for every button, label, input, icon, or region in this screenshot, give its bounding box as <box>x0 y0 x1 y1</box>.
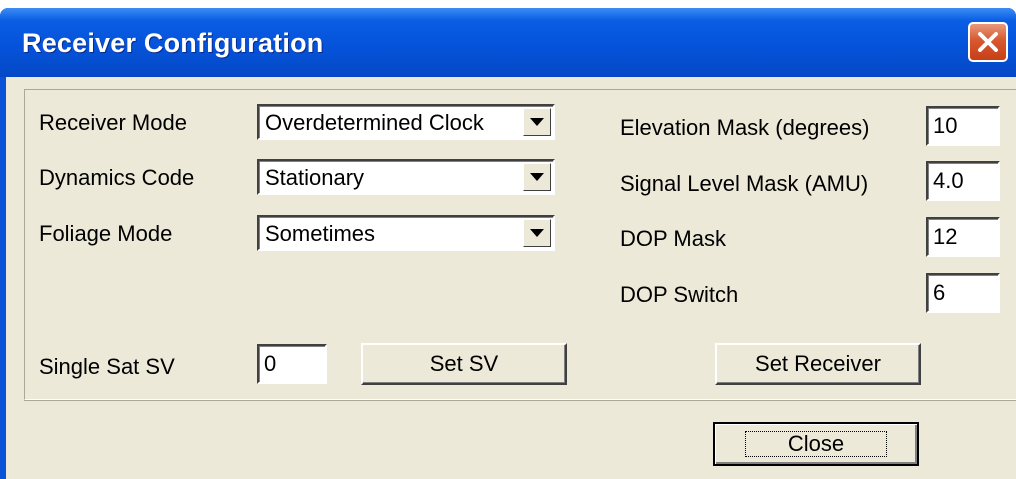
dop-switch-input[interactable]: 6 <box>926 273 1000 313</box>
receiver-mode-select[interactable]: Overdetermined Clock <box>257 104 555 140</box>
elevation-mask-label: Elevation Mask (degrees) <box>620 115 870 140</box>
signal-level-mask-value: 4.0 <box>933 168 964 193</box>
dialog-body: Receiver Mode Overdetermined Clock Dynam… <box>6 77 1016 479</box>
dynamics-code-value: Stationary <box>265 165 365 190</box>
signal-level-mask-label: Signal Level Mask (AMU) <box>620 171 869 196</box>
close-icon[interactable] <box>968 22 1008 62</box>
foliage-mode-select[interactable]: Sometimes <box>257 215 555 251</box>
close-x-glyph <box>978 32 998 52</box>
settings-group: Receiver Mode Overdetermined Clock Dynam… <box>24 89 1016 400</box>
close-button-label: Close <box>744 431 888 457</box>
chevron-down-icon <box>530 173 544 181</box>
elevation-mask-value: 10 <box>933 113 958 138</box>
dynamics-code-select[interactable]: Stationary <box>257 159 555 195</box>
title-bar[interactable]: Receiver Configuration <box>0 8 1016 77</box>
single-sat-sv-value: 0 <box>264 351 277 376</box>
dop-mask-input[interactable]: 12 <box>926 217 1000 257</box>
window-title: Receiver Configuration <box>22 28 324 58</box>
receiver-mode-label: Receiver Mode <box>39 110 187 135</box>
elevation-mask-input[interactable]: 10 <box>926 106 1000 146</box>
foliage-mode-value: Sometimes <box>265 221 376 246</box>
chevron-down-icon <box>530 118 544 126</box>
foliage-mode-dropdown-button[interactable] <box>523 219 551 247</box>
dialog-window: Receiver Configuration Receiver Mode Ove… <box>0 8 1016 479</box>
single-sat-sv-input[interactable]: 0 <box>257 344 327 384</box>
foliage-mode-label: Foliage Mode <box>39 221 173 246</box>
single-sat-sv-label: Single Sat SV <box>39 354 175 379</box>
receiver-mode-value: Overdetermined Clock <box>265 110 484 135</box>
signal-level-mask-input[interactable]: 4.0 <box>926 161 1000 201</box>
dop-switch-label: DOP Switch <box>620 282 739 307</box>
dop-mask-value: 12 <box>933 224 958 249</box>
dynamics-code-label: Dynamics Code <box>39 165 195 190</box>
chevron-down-icon <box>530 229 544 237</box>
set-receiver-button[interactable]: Set Receiver <box>715 343 921 385</box>
receiver-mode-dropdown-button[interactable] <box>523 108 551 136</box>
dop-switch-value: 6 <box>933 280 946 305</box>
set-sv-button[interactable]: Set SV <box>361 343 567 385</box>
close-button[interactable]: Close <box>713 422 919 466</box>
dynamics-code-dropdown-button[interactable] <box>523 163 551 191</box>
dop-mask-label: DOP Mask <box>620 226 726 251</box>
